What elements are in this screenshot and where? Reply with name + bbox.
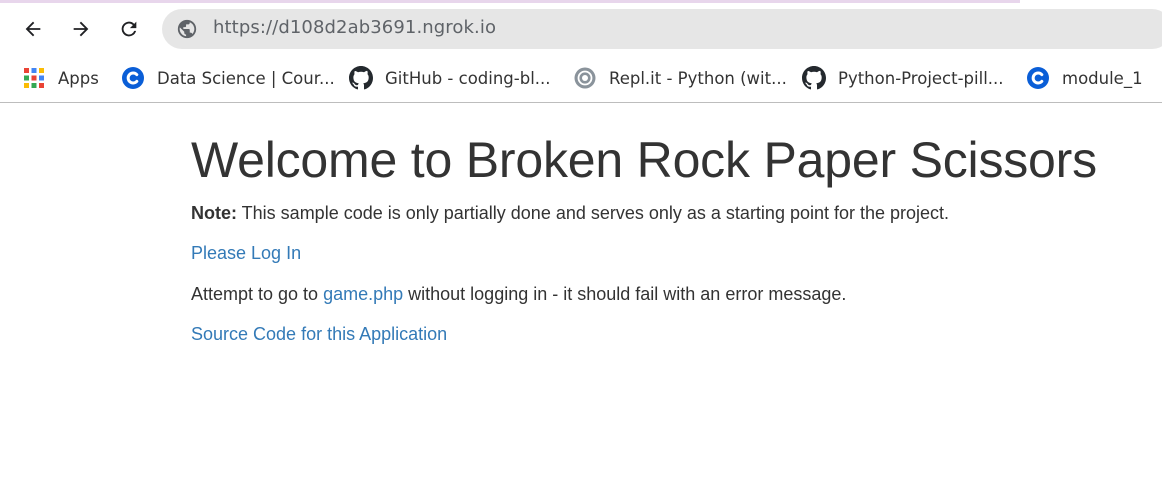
bookmark-label: GitHub - coding-bl... [385,68,551,88]
attempt-paragraph: Attempt to go to game.php without loggin… [191,283,846,305]
note-paragraph: Note: This sample code is only partially… [191,202,949,224]
login-paragraph: Please Log In [191,242,301,264]
back-arrow-icon [25,21,41,37]
source-code-link[interactable]: Source Code for this Application [191,324,447,344]
c-logo-icon [1026,66,1050,90]
game-php-link[interactable]: game.php [323,284,403,304]
c-logo-icon [121,66,145,90]
bookmark-label: module_1 [1062,68,1143,88]
back-button[interactable] [15,11,51,47]
globe-icon [177,19,197,39]
bookmark-github-coding[interactable]: GitHub - coding-bl... [349,64,551,92]
attempt-prefix: Attempt to go to [191,284,324,304]
bookmark-label: Repl.it - Python (wit... [609,68,787,88]
forward-button[interactable] [63,11,99,47]
login-link[interactable]: Please Log In [191,243,301,263]
bookmark-data-science[interactable]: Data Science | Cour... [121,64,335,92]
bookmark-module-1[interactable]: module_1 [1026,64,1143,92]
page-title: Welcome to Broken Rock Paper Scissors [191,132,1097,188]
source-paragraph: Source Code for this Application [191,323,447,345]
bookmarks-bar: Apps Data Science | Cour... GitHub - cod… [0,55,1162,103]
replit-icon [573,66,597,90]
forward-arrow-icon [73,21,89,37]
url-text[interactable]: https://d108d2ab3691.ngrok.io [213,17,496,38]
bookmark-python-project[interactable]: Python-Project-pill... [802,64,1004,92]
github-icon [802,66,826,90]
bookmark-label: Data Science | Cour... [157,68,335,88]
attempt-suffix: without logging in - it should fail with… [403,284,847,304]
reload-button[interactable] [111,11,147,47]
bookmark-label: Python-Project-pill... [838,68,1004,88]
reload-icon [121,21,137,37]
address-bar[interactable]: https://d108d2ab3691.ngrok.io [162,9,1162,49]
note-text: This sample code is only partially done … [237,203,950,223]
note-label: Note: [191,203,237,223]
github-icon [349,66,373,90]
bookmark-replit[interactable]: Repl.it - Python (wit... [573,64,787,92]
browser-toolbar: https://d108d2ab3691.ngrok.io [0,3,1162,55]
apps-grid-icon [22,66,46,90]
bookmark-label: Apps [58,68,99,88]
bookmark-apps[interactable]: Apps [22,64,99,92]
